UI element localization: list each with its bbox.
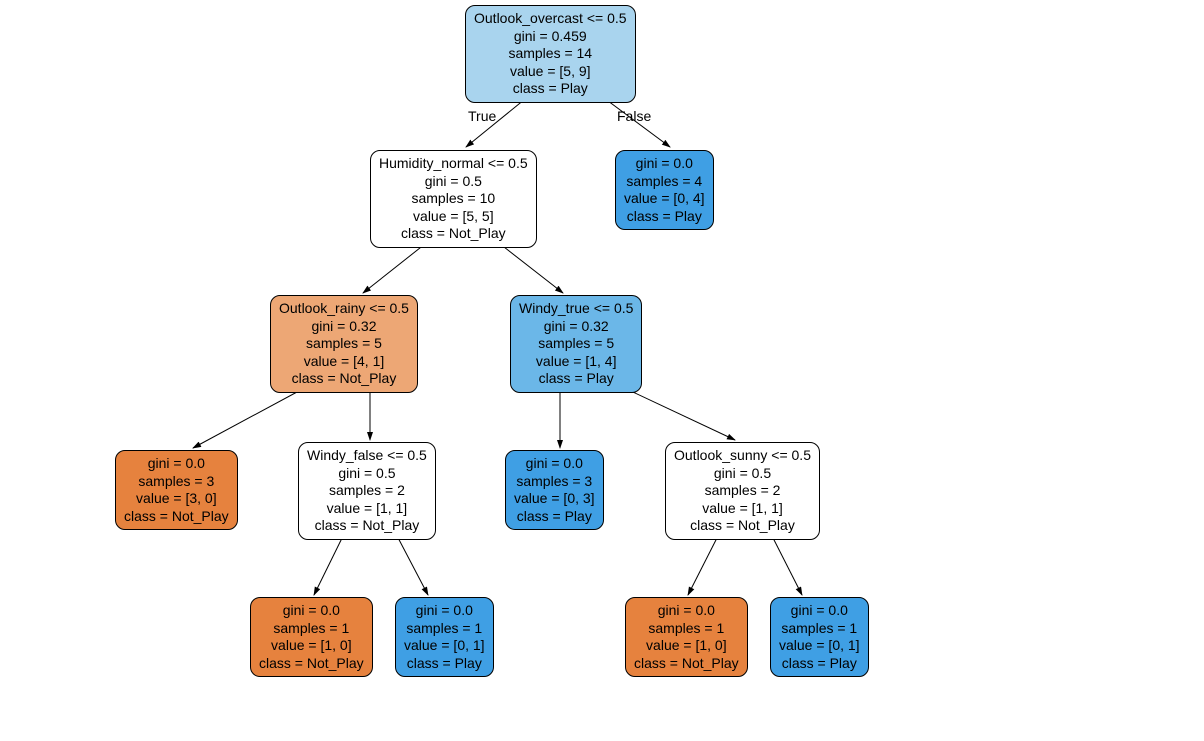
- node-samples: samples = 3: [514, 473, 595, 491]
- node-value: value = [1, 0]: [259, 637, 364, 655]
- edge-label-true: True: [468, 108, 496, 124]
- tree-node-5: gini = 0.0 samples = 3 value = [3, 0] cl…: [115, 450, 238, 530]
- node-gini: gini = 0.32: [519, 318, 633, 336]
- node-value: value = [5, 9]: [474, 63, 627, 81]
- node-samples: samples = 1: [404, 620, 485, 638]
- node-class: class = Play: [404, 655, 485, 673]
- node-gini: gini = 0.459: [474, 28, 627, 46]
- node-samples: samples = 2: [674, 482, 811, 500]
- node-value: value = [1, 1]: [307, 500, 427, 518]
- tree-node-4: Windy_true <= 0.5 gini = 0.32 samples = …: [510, 295, 642, 393]
- edge-label-false: False: [617, 108, 651, 124]
- tree-node-8: Outlook_sunny <= 0.5 gini = 0.5 samples …: [665, 442, 820, 540]
- tree-node-10: gini = 0.0 samples = 1 value = [0, 1] cl…: [395, 597, 494, 677]
- node-samples: samples = 14: [474, 45, 627, 63]
- node-value: value = [5, 5]: [379, 208, 528, 226]
- tree-node-6: Windy_false <= 0.5 gini = 0.5 samples = …: [298, 442, 436, 540]
- node-gini: gini = 0.0: [634, 602, 739, 620]
- node-class: class = Not_Play: [124, 508, 229, 526]
- node-class: class = Not_Play: [674, 517, 811, 535]
- node-value: value = [3, 0]: [124, 490, 229, 508]
- node-class: class = Not_Play: [634, 655, 739, 673]
- node-value: value = [0, 3]: [514, 490, 595, 508]
- node-gini: gini = 0.0: [779, 602, 860, 620]
- node-gini: gini = 0.0: [259, 602, 364, 620]
- node-gini: gini = 0.0: [404, 602, 485, 620]
- node-class: class = Not_Play: [279, 370, 409, 388]
- tree-node-11: gini = 0.0 samples = 1 value = [1, 0] cl…: [625, 597, 748, 677]
- node-gini: gini = 0.0: [514, 455, 595, 473]
- node-condition: Outlook_overcast <= 0.5: [474, 10, 627, 28]
- node-value: value = [0, 1]: [779, 637, 860, 655]
- node-class: class = Not_Play: [379, 225, 528, 243]
- node-value: value = [1, 0]: [634, 637, 739, 655]
- node-condition: Windy_true <= 0.5: [519, 300, 633, 318]
- node-value: value = [0, 4]: [624, 190, 705, 208]
- tree-node-7: gini = 0.0 samples = 3 value = [0, 3] cl…: [505, 450, 604, 530]
- node-class: class = Play: [519, 370, 633, 388]
- node-value: value = [1, 4]: [519, 353, 633, 371]
- node-samples: samples = 5: [279, 335, 409, 353]
- node-class: class = Play: [624, 208, 705, 226]
- node-samples: samples = 1: [634, 620, 739, 638]
- node-class: class = Not_Play: [259, 655, 364, 673]
- node-samples: samples = 1: [779, 620, 860, 638]
- node-class: class = Play: [514, 508, 595, 526]
- node-condition: Windy_false <= 0.5: [307, 447, 427, 465]
- node-class: class = Play: [779, 655, 860, 673]
- node-condition: Humidity_normal <= 0.5: [379, 155, 528, 173]
- node-condition: Outlook_rainy <= 0.5: [279, 300, 409, 318]
- tree-node-1: Humidity_normal <= 0.5 gini = 0.5 sample…: [370, 150, 537, 248]
- node-gini: gini = 0.5: [674, 465, 811, 483]
- node-value: value = [1, 1]: [674, 500, 811, 518]
- node-gini: gini = 0.0: [624, 155, 705, 173]
- node-value: value = [0, 1]: [404, 637, 485, 655]
- node-class: class = Play: [474, 80, 627, 98]
- node-samples: samples = 3: [124, 473, 229, 491]
- node-class: class = Not_Play: [307, 517, 427, 535]
- node-samples: samples = 10: [379, 190, 528, 208]
- node-gini: gini = 0.32: [279, 318, 409, 336]
- node-gini: gini = 0.5: [307, 465, 427, 483]
- node-gini: gini = 0.5: [379, 173, 528, 191]
- tree-node-root: Outlook_overcast <= 0.5 gini = 0.459 sam…: [465, 5, 636, 103]
- tree-node-9: gini = 0.0 samples = 1 value = [1, 0] cl…: [250, 597, 373, 677]
- node-gini: gini = 0.0: [124, 455, 229, 473]
- tree-node-12: gini = 0.0 samples = 1 value = [0, 1] cl…: [770, 597, 869, 677]
- tree-node-2: gini = 0.0 samples = 4 value = [0, 4] cl…: [615, 150, 714, 230]
- node-samples: samples = 2: [307, 482, 427, 500]
- node-condition: Outlook_sunny <= 0.5: [674, 447, 811, 465]
- tree-node-3: Outlook_rainy <= 0.5 gini = 0.32 samples…: [270, 295, 418, 393]
- node-value: value = [4, 1]: [279, 353, 409, 371]
- node-samples: samples = 5: [519, 335, 633, 353]
- node-samples: samples = 4: [624, 173, 705, 191]
- node-samples: samples = 1: [259, 620, 364, 638]
